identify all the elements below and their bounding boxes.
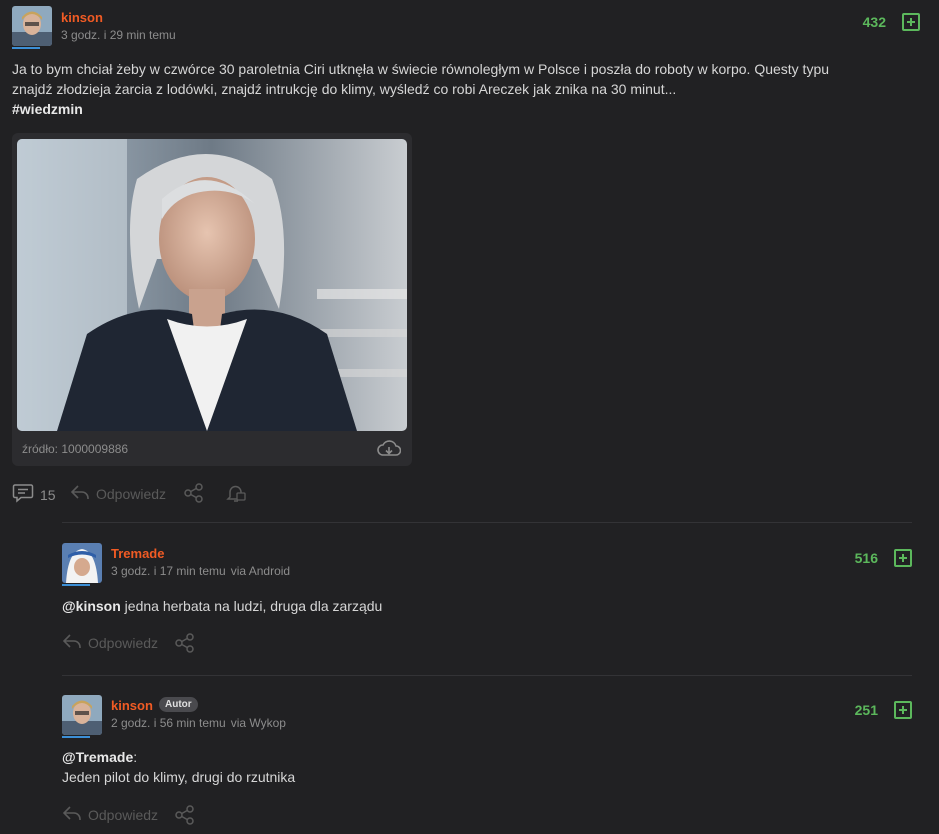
comment-text: jedna herbata na ludzi, druga dla zarząd… [120,598,383,614]
reply-icon [62,632,82,653]
reply-icon [62,804,82,825]
comment-via: via Android [230,564,291,578]
download-cloud-icon[interactable] [377,439,402,464]
divider [62,675,912,676]
reply-button[interactable]: Odpowiedz [62,804,158,825]
post-score: 432 [862,14,886,30]
plus-vote-icon[interactable] [894,701,912,719]
reply-label: Odpowiedz [88,806,159,823]
avatar[interactable] [62,695,102,735]
reply-button[interactable]: Odpowiedz [62,632,158,653]
mention-link[interactable]: @Tremade [62,749,133,765]
comments-icon [12,483,34,506]
comment-time[interactable]: 2 godz. i 56 min temu [111,716,226,730]
comment-meta: 2 godz. i 56 min temu via Wykop [111,716,286,730]
share-icon[interactable] [174,632,196,659]
comment-author[interactable]: Tremade [111,546,164,561]
post-text-line1: Ja to bym chciał żeby w czwórce 30 parol… [12,61,830,77]
share-icon[interactable] [174,804,196,831]
avatar[interactable] [12,6,52,46]
divider [62,522,912,523]
plus-vote-icon[interactable] [902,13,920,31]
plus-vote-icon[interactable] [894,549,912,567]
comment-body: @kinson jedna herbata na ludzi, druga dl… [62,596,902,616]
post-author[interactable]: kinson [61,10,103,25]
post-text-line2: znajdź złodzieja żarcia z lodówki, znajd… [12,81,677,97]
post-body: Ja to bym chciał żeby w czwórce 30 parol… [12,59,922,119]
media-embed: źródło: 1000009886 [12,133,412,466]
comment-author[interactable]: kinson [111,698,153,713]
reply-icon [70,483,90,504]
comment-score: 251 [854,702,878,718]
author-badge: Autor [159,697,198,712]
comment-text: Jeden pilot do klimy, drugi do rzutnika [62,769,296,785]
image-source: źródło: 1000009886 [22,442,129,456]
comment-time[interactable]: 3 godz. i 17 min temu [111,564,226,578]
comment-body: @Tremade: Jeden pilot do klimy, drugi do… [62,747,902,787]
mention-link[interactable]: @kinson [62,598,121,614]
comment-via: via Wykop [230,716,286,730]
reply-label: Odpowiedz [88,634,159,651]
post-image[interactable] [17,139,407,431]
post-time[interactable]: 3 godz. i 29 min temu [61,28,176,42]
comments-count-button[interactable]: 15 [12,483,56,506]
share-icon[interactable] [183,482,205,509]
reply-label: Odpowiedz [96,485,167,502]
comment-meta: 3 godz. i 17 min temu via Android [111,564,290,578]
comments-count: 15 [40,486,56,503]
notification-icon[interactable] [225,482,247,509]
mention-suffix: : [133,749,138,765]
comment-score: 516 [854,550,878,566]
avatar[interactable] [62,543,102,583]
reply-button[interactable]: Odpowiedz [70,483,166,504]
hashtag-link[interactable]: #wiedzmin [12,101,83,117]
